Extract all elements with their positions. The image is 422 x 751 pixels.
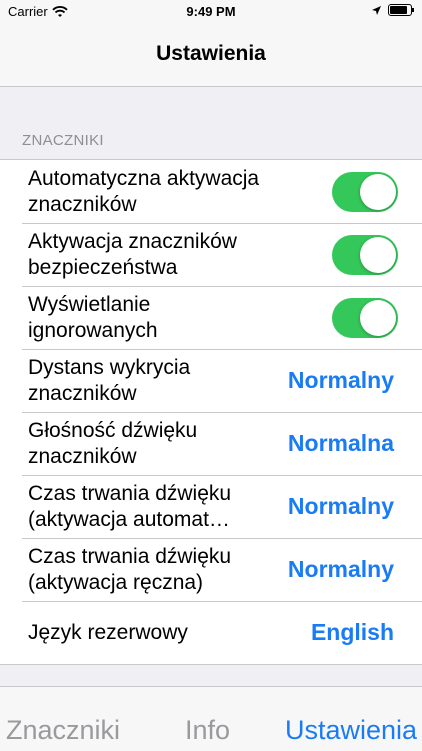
row-auto-activation[interactable]: Automatyczna aktywacja znaczników	[0, 160, 422, 223]
row-value[interactable]: Normalny	[288, 367, 394, 394]
row-detection-distance[interactable]: Dystans wykrycia znaczników Normalny	[0, 349, 422, 412]
status-right	[371, 4, 414, 16]
toggle-switch[interactable]	[332, 171, 398, 212]
row-value[interactable]: Normalny	[288, 556, 394, 583]
row-fallback-language[interactable]: Język rezerwowy English	[0, 601, 422, 664]
toggle-switch[interactable]	[332, 234, 398, 275]
status-bar: Carrier 9:49 PM	[0, 0, 422, 22]
row-sound-duration-auto[interactable]: Czas trwania dźwięku (aktywacja automat……	[0, 475, 422, 538]
toggle-knob	[360, 299, 396, 336]
settings-table: Automatyczna aktywacja znaczników Aktywac…	[0, 159, 422, 665]
row-label: Automatyczna aktywacja znaczników	[28, 166, 260, 216]
toggle-knob	[360, 173, 396, 210]
row-sound-duration-manual[interactable]: Czas trwania dźwięku (aktywacja ręczna) N…	[0, 538, 422, 601]
row-value[interactable]: Normalny	[288, 493, 394, 520]
location-arrow-icon	[372, 5, 381, 15]
tab-info[interactable]: Info	[185, 715, 230, 746]
row-label: Czas trwania dźwięku (aktywacja ręczna)	[28, 544, 232, 594]
toggle-switch[interactable]	[332, 297, 398, 338]
row-label: Głośność dźwięku znaczników	[28, 418, 198, 468]
status-time: 9:49 PM	[186, 4, 236, 19]
tab-bar: Znaczniki Info Ustawienia	[0, 686, 422, 751]
page-title: Ustawienia	[156, 42, 266, 65]
row-label: Aktywacja znaczników bezpieczeństwa	[28, 229, 237, 279]
section-header: ZNACZNIKI	[22, 132, 104, 149]
row-show-ignored[interactable]: Wyświetlanie ignorowanych	[0, 286, 422, 349]
tab-znaczniki[interactable]: Znaczniki	[6, 715, 120, 746]
row-security-activation[interactable]: Aktywacja znaczników bezpieczeństwa	[0, 223, 422, 286]
row-value[interactable]: Normalna	[288, 430, 394, 457]
row-label: Język rezerwowy	[28, 620, 188, 644]
row-label: Czas trwania dźwięku (aktywacja automat…	[28, 481, 232, 531]
battery-icon	[388, 4, 414, 16]
battery-fill	[390, 6, 407, 14]
toggle-knob	[360, 236, 396, 273]
row-label: Wyświetlanie ignorowanych	[28, 292, 158, 342]
row-sound-volume[interactable]: Głośność dźwięku znaczników Normalna	[0, 412, 422, 475]
row-value[interactable]: English	[311, 619, 394, 646]
navigation-bar: Ustawienia	[0, 22, 422, 87]
row-label: Dystans wykrycia znaczników	[28, 355, 191, 405]
tab-ustawienia[interactable]: Ustawienia	[285, 715, 417, 746]
